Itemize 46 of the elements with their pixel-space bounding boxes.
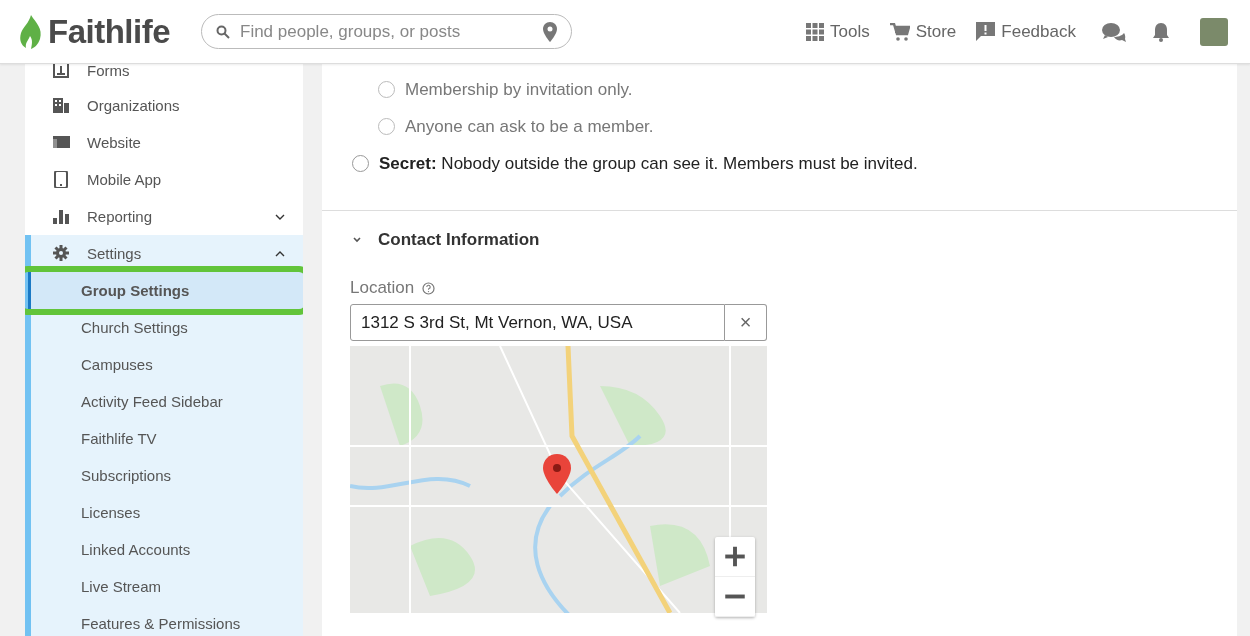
chat-bubbles-icon[interactable] bbox=[1102, 21, 1126, 42]
avatar[interactable] bbox=[1200, 17, 1228, 46]
flame-logo-icon bbox=[18, 13, 44, 50]
field-label: Location bbox=[350, 278, 415, 298]
sidebar-subitem[interactable]: Group Settings bbox=[28, 272, 303, 309]
feedback-icon bbox=[976, 22, 996, 41]
search-icon bbox=[216, 25, 230, 39]
sidebar-item[interactable]: Organizations bbox=[25, 87, 303, 124]
phone-icon bbox=[53, 171, 70, 188]
sidebar-subitem[interactable]: Activity Feed Sidebar bbox=[31, 383, 303, 420]
sidebar-item[interactable]: Mobile App bbox=[25, 161, 303, 198]
cart-icon bbox=[889, 22, 910, 41]
option-label: Secret: Nobody outside the group can see it. Members must be invited. bbox=[379, 153, 918, 174]
grid-icon bbox=[806, 22, 824, 41]
help-icon bbox=[422, 281, 436, 295]
bar-chart-icon bbox=[53, 208, 70, 225]
sidebar-item[interactable]: Settings bbox=[31, 235, 303, 272]
sidebar-subitem[interactable]: Subscriptions bbox=[31, 457, 303, 494]
location-pin-icon bbox=[543, 22, 557, 42]
clear-button[interactable]: × bbox=[725, 304, 767, 341]
sidebar-subitem[interactable]: Live Stream bbox=[31, 568, 303, 605]
chevron-down-icon[interactable] bbox=[352, 235, 362, 245]
location-field[interactable]: 1312 S 3rd St, Mt Vernon, WA, USA bbox=[350, 304, 725, 341]
layout-icon bbox=[53, 134, 70, 151]
nav-link[interactable]: Feedback bbox=[976, 21, 1076, 42]
sidebar-subitem[interactable]: Campuses bbox=[31, 346, 303, 383]
sidebar-subitem[interactable]: Licenses bbox=[31, 494, 303, 531]
sidebar-item[interactable]: Website bbox=[25, 124, 303, 161]
buildings-icon bbox=[53, 97, 70, 114]
option-label: Membership by invitation only. bbox=[405, 79, 633, 100]
nav-link[interactable]: Tools bbox=[806, 21, 870, 42]
form-icon bbox=[53, 61, 70, 79]
sidebar-subitem[interactable]: Faithlife TV bbox=[31, 420, 303, 457]
search-field[interactable]: Find people, groups, or posts bbox=[201, 14, 572, 49]
sidebar-subitem[interactable]: Features & Permissions bbox=[31, 605, 303, 636]
sidebar-subitem[interactable]: Church Settings bbox=[31, 309, 303, 346]
gear-icon bbox=[53, 245, 70, 262]
sidebar-item[interactable]: Reporting bbox=[25, 198, 303, 235]
map-pin-icon bbox=[543, 454, 571, 494]
option-label: Anyone can ask to be a member. bbox=[405, 116, 654, 137]
sidebar-subitem[interactable]: Linked Accounts bbox=[31, 531, 303, 568]
section-title: Contact Information bbox=[378, 230, 540, 250]
nav-link[interactable]: Store bbox=[889, 21, 957, 42]
sidebar-item[interactable]: Forms bbox=[25, 56, 303, 87]
bell-icon[interactable] bbox=[1152, 21, 1170, 42]
logo-text: Faithlife bbox=[48, 12, 170, 51]
